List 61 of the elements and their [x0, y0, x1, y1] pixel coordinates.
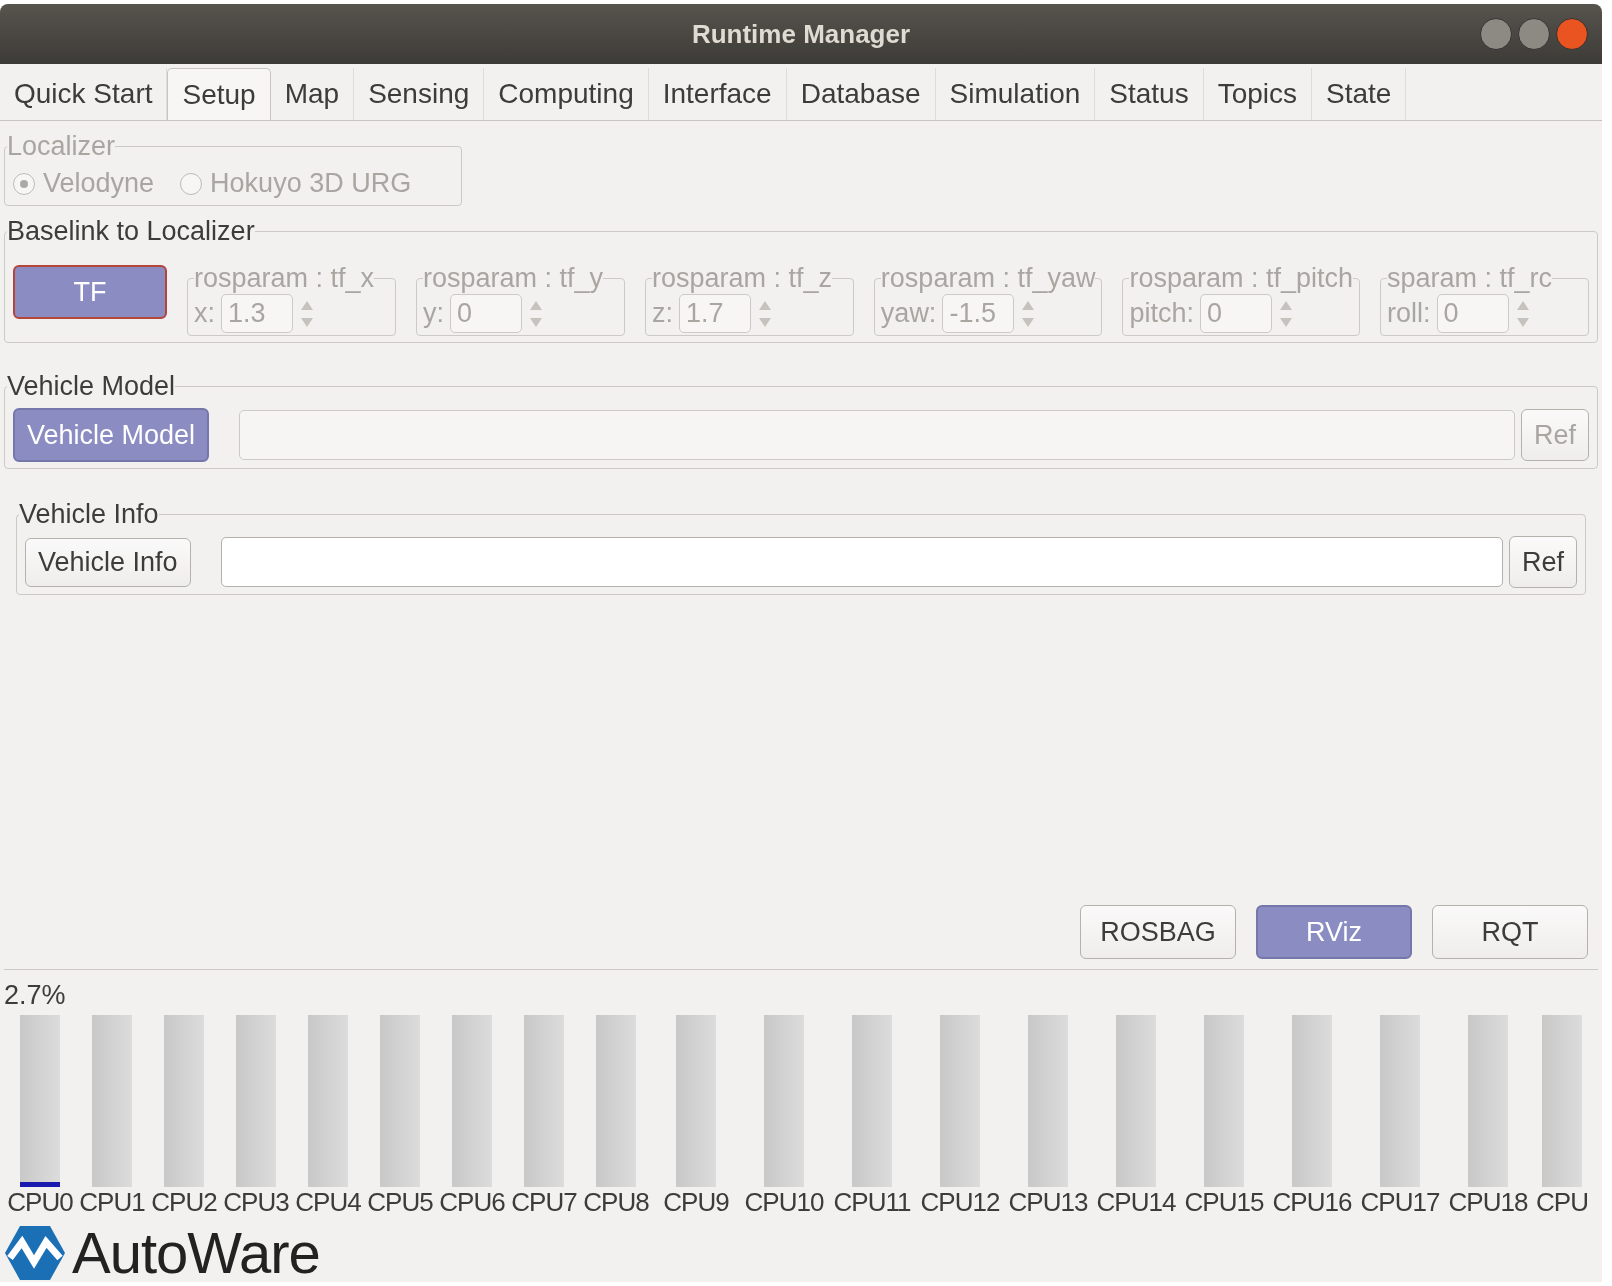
- cpu-label: CPU7: [511, 1187, 577, 1218]
- cpu-label: CPU5: [367, 1187, 433, 1218]
- tab[interactable]: Status: [1095, 68, 1204, 120]
- radio-label: Velodyne: [43, 168, 155, 199]
- cpu-label: CPU8: [583, 1187, 649, 1218]
- param-label: y:: [422, 298, 444, 329]
- cpu-label: CPU9: [663, 1187, 729, 1218]
- radio-label: Hokuyo 3D URG: [210, 168, 412, 199]
- tab[interactable]: Interface: [648, 68, 787, 120]
- cpu-label: CPU11: [833, 1187, 911, 1218]
- path-field[interactable]: [239, 410, 1515, 460]
- group-title: Baselink to Localizer: [7, 216, 255, 247]
- cpu-label: CPU6: [439, 1187, 505, 1218]
- cpu-label: CPU13: [1008, 1187, 1088, 1218]
- window-title: Runtime Manager: [691, 18, 911, 50]
- param-label: roll:: [1387, 298, 1431, 329]
- tab[interactable]: Map: [270, 68, 355, 120]
- param-title: rosparam : tf_z: [651, 263, 832, 294]
- tab[interactable]: Sensing: [354, 68, 485, 120]
- param-label: z:: [651, 298, 673, 329]
- param-title: sparam : tf_rc: [1387, 263, 1553, 294]
- cpu-label: CPU10: [744, 1187, 824, 1218]
- param-title: rosparam : tf_pitch: [1129, 263, 1354, 294]
- maximize-button[interactable]: [1518, 18, 1550, 50]
- tab[interactable]: Setup: [167, 68, 271, 120]
- cpu-label: CPU14: [1096, 1187, 1176, 1218]
- cpu-label: CPU3: [223, 1187, 289, 1218]
- cpu-label: CPU1: [79, 1187, 145, 1218]
- cpu-label: CPU18: [1448, 1187, 1528, 1218]
- cpu-label: CPU0: [7, 1187, 73, 1218]
- hexagon-wave-icon: [4, 1224, 66, 1282]
- tab[interactable]: State: [1312, 68, 1407, 120]
- group-title: Vehicle Info: [19, 499, 159, 530]
- ref-button[interactable]: Ref: [1508, 536, 1577, 588]
- param-title: rosparam : tf_x: [194, 263, 375, 294]
- tab[interactable]: Database: [786, 68, 936, 120]
- close-button[interactable]: [1556, 18, 1588, 50]
- cpu-label: CPU: [1536, 1187, 1588, 1218]
- cpu-reading: 2.7%: [4, 980, 67, 1011]
- group-title: Localizer: [7, 131, 116, 162]
- param-label: pitch:: [1129, 298, 1194, 329]
- tab[interactable]: Topics: [1203, 68, 1313, 120]
- path-field[interactable]: [220, 537, 1503, 587]
- param-title: rosparam : tf_yaw: [880, 263, 1096, 294]
- param-label: yaw:: [880, 298, 937, 329]
- tool-button[interactable]: RQT: [1432, 905, 1588, 959]
- tool-button[interactable]: ROSBAG: [1080, 905, 1236, 959]
- cpu-label: CPU12: [920, 1187, 1000, 1218]
- group-title: Vehicle Model: [7, 371, 176, 402]
- logo-text: AutoWare: [72, 1224, 320, 1282]
- tab[interactable]: Simulation: [935, 68, 1096, 120]
- param-label: x:: [194, 298, 215, 329]
- tab[interactable]: Computing: [484, 68, 649, 120]
- vibtn-button[interactable]: Vehicle Info: [25, 537, 191, 587]
- param-title: rosparam : tf_y: [422, 263, 603, 294]
- cpu-label: CPU4: [295, 1187, 361, 1218]
- minimize-button[interactable]: [1480, 18, 1512, 50]
- cpu-label: CPU17: [1360, 1187, 1440, 1218]
- cpu-label: CPU16: [1272, 1187, 1352, 1218]
- cpu-label: CPU2: [151, 1187, 217, 1218]
- cpu-label: CPU15: [1184, 1187, 1264, 1218]
